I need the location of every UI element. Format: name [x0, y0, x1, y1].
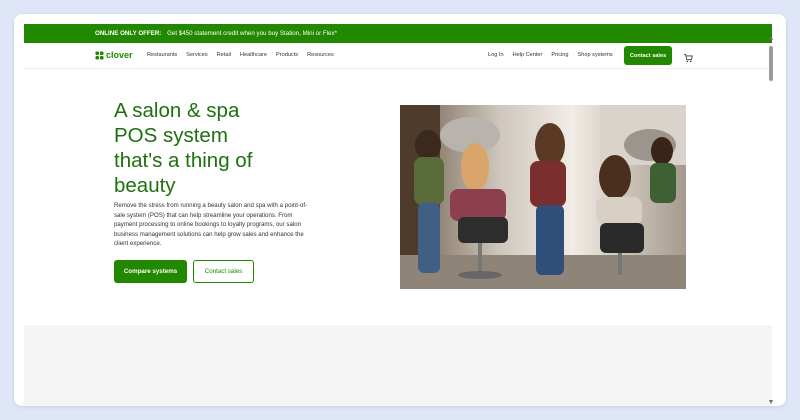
nav-link-restaurants[interactable]: Restaurants [147, 52, 177, 58]
nav-link-shop-systems[interactable]: Shop systems [578, 52, 613, 58]
salon-photo [400, 105, 686, 289]
nav-link-login[interactable]: Log In [488, 52, 504, 58]
hero-title-line: beauty [114, 174, 176, 197]
promo-bold-text: ONLINE ONLY OFFER: [95, 30, 162, 37]
hero-description: Remove the stress from running a beauty … [114, 202, 308, 248]
nav-link-services[interactable]: Services [186, 52, 207, 58]
main-navigation: clover Restaurants Services Retail Healt… [24, 43, 772, 69]
promo-text: Get $450 statement credit when you buy S… [167, 30, 337, 37]
hero-title: A salon & spa POS system that's a thing … [114, 98, 314, 198]
nav-link-products[interactable]: Products [276, 52, 298, 58]
hero-contact-sales-button[interactable]: Contact sales [193, 260, 254, 283]
cart-button[interactable] [683, 50, 693, 68]
nav-link-retail[interactable]: Retail [217, 52, 231, 58]
hero-title-line: A salon & spa [114, 99, 240, 122]
nav-link-healthcare[interactable]: Healthcare [240, 52, 267, 58]
cart-icon [683, 53, 693, 63]
page-scrollbar[interactable] [768, 30, 775, 406]
logo-text: clover [106, 50, 133, 60]
nav-link-help-center[interactable]: Help Center [513, 52, 543, 58]
primary-nav-links: Restaurants Services Retail Healthcare P… [147, 52, 334, 58]
scroll-up-icon[interactable] [769, 36, 773, 40]
contact-sales-button[interactable]: Contact sales [624, 46, 672, 65]
clover-logo[interactable]: clover [95, 50, 133, 60]
browser-window: ONLINE ONLY OFFER: Get $450 statement cr… [14, 14, 786, 406]
promo-banner[interactable]: ONLINE ONLY OFFER: Get $450 statement cr… [24, 24, 772, 43]
nav-link-resources[interactable]: Resources [307, 52, 334, 58]
scroll-thumb[interactable] [769, 46, 773, 81]
hero-title-line: that's a thing of [114, 149, 253, 172]
content-section-placeholder [24, 325, 772, 406]
salon-photo-illustration [400, 105, 686, 289]
hero-title-line: POS system [114, 124, 228, 147]
secondary-nav-links: Log In Help Center Pricing Shop systems [488, 52, 613, 58]
clover-icon [95, 50, 104, 60]
compare-systems-button[interactable]: Compare systems [114, 260, 187, 283]
scroll-down-icon[interactable] [769, 400, 773, 404]
web-page: ONLINE ONLY OFFER: Get $450 statement cr… [24, 24, 772, 406]
nav-link-pricing[interactable]: Pricing [551, 52, 568, 58]
